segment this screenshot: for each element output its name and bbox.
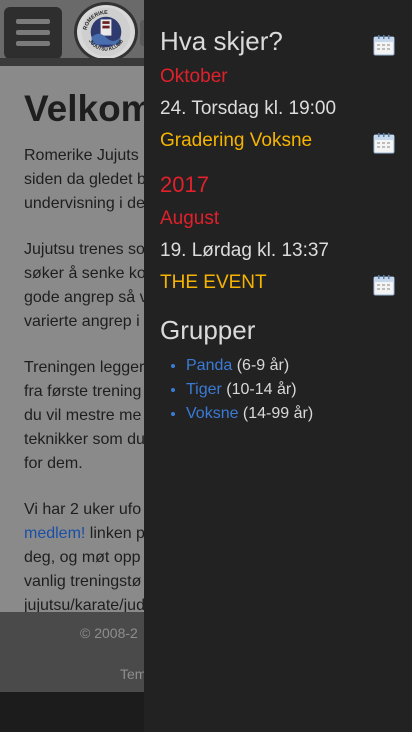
group-item: Tiger (10-14 år) — [186, 378, 313, 402]
group-item: Voksne (14-99 år) — [186, 402, 313, 426]
group-link[interactable]: Voksne — [186, 405, 238, 422]
text-fragment: linken p — [85, 525, 145, 542]
footer-link[interactable]: Tem — [120, 666, 146, 682]
group-item: Panda (6-9 år) — [186, 354, 313, 378]
event-title[interactable]: THE EVENT — [160, 272, 267, 294]
groups-heading: Grupper — [160, 315, 256, 345]
event-title[interactable]: Gradering Voksne — [160, 130, 312, 152]
event-date: 24. Torsdag kl. 19:00 — [160, 98, 337, 119]
hamburger-menu-icon-bar — [16, 41, 50, 46]
side-drawer: Hva skjer? Oktober 24. Torsdag kl. 19:00… — [144, 0, 412, 732]
group-age: (6-9 år) — [232, 357, 290, 374]
group-age: (14-99 år) — [238, 405, 314, 422]
groups-list: Panda (6-9 år) Tiger (10-14 år) Voksne (… — [186, 354, 313, 426]
copyright-text: © 2008-2 — [80, 625, 138, 641]
calendar-icon[interactable] — [373, 132, 395, 154]
event-year: 2017 — [160, 172, 209, 197]
hamburger-menu-icon-bar — [16, 30, 50, 35]
calendar-icon[interactable] — [373, 34, 395, 56]
menu-button[interactable] — [4, 7, 62, 59]
group-link[interactable]: Tiger — [186, 381, 222, 398]
calendar-icon[interactable] — [373, 274, 395, 296]
club-logo-emblem: ROMERIKE JUJUTSU KLUBB — [81, 7, 131, 57]
event-month: August — [160, 208, 220, 229]
event-date: 19. Lørdag kl. 13:37 — [160, 240, 329, 261]
group-link[interactable]: Panda — [186, 357, 232, 374]
member-link[interactable]: medlem! — [24, 525, 85, 542]
event-month: Oktober — [160, 66, 228, 87]
hamburger-menu-icon — [16, 19, 50, 24]
events-heading: Hva skjer? — [160, 26, 283, 56]
group-age: (10-14 år) — [221, 381, 297, 398]
club-logo[interactable]: ROMERIKE JUJUTSU KLUBB — [74, 2, 138, 62]
